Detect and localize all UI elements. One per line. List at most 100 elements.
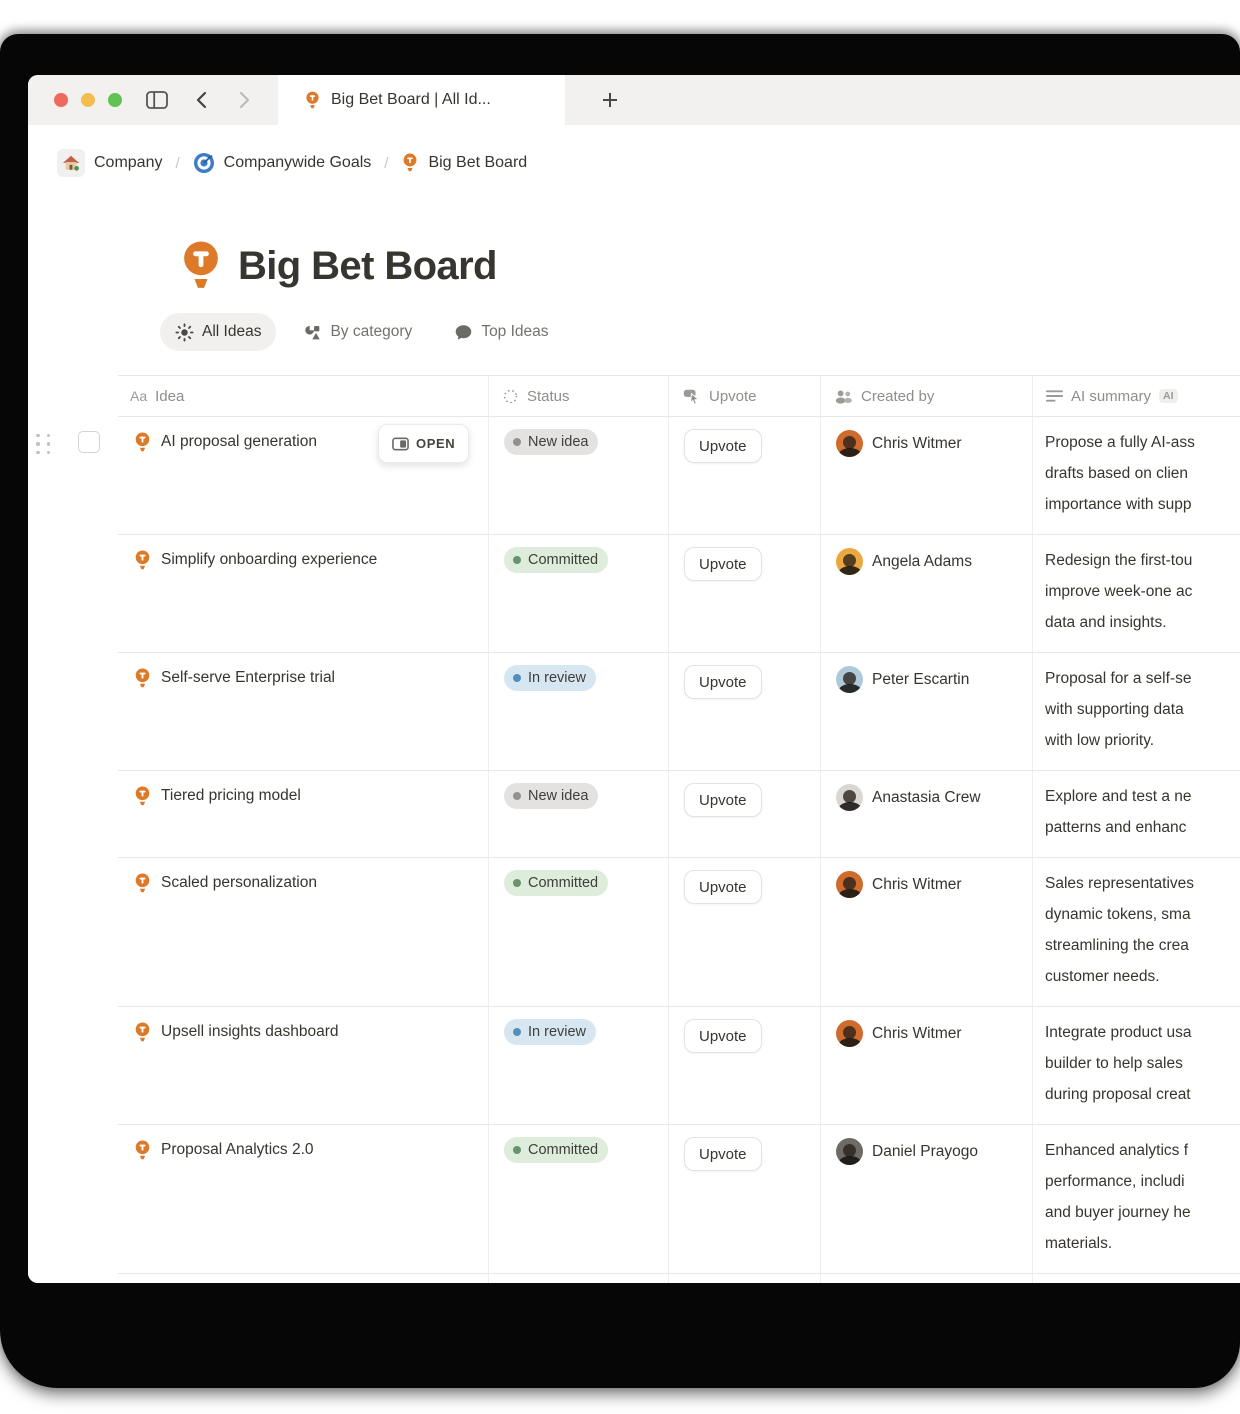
upvote-button[interactable]: Upvote [684, 429, 762, 463]
forward-icon[interactable] [233, 88, 257, 112]
summary-lines-icon [1046, 389, 1063, 403]
view-tab-top-ideas[interactable]: Top Ideas [439, 313, 563, 351]
ai-summary-cell: Enhanced analytics f performance, includ… [1032, 1125, 1240, 1273]
upvote-button[interactable]: Upvote [684, 783, 762, 817]
ai-summary-cell: Proposal for a self-se with supporting d… [1032, 653, 1240, 770]
idea-title[interactable]: Proposal Analytics 2.0 [161, 1139, 314, 1161]
avatar [836, 666, 863, 693]
status-burst-icon [502, 388, 519, 405]
traffic-lights [54, 93, 122, 107]
click-icon [682, 387, 701, 405]
lightbulb-icon [304, 90, 321, 111]
back-icon[interactable] [189, 88, 213, 112]
view-tab-by-category[interactable]: By category [288, 313, 427, 351]
ai-summary-cell: Marketplace offering [1032, 1274, 1240, 1283]
avatar [836, 548, 863, 575]
status-badge[interactable]: In review [504, 1019, 596, 1045]
avatar [836, 871, 863, 898]
table-row[interactable]: Simplify onboarding experience Committed… [118, 535, 1240, 653]
created-by-name: Chris Witmer [872, 430, 962, 457]
view-tab-label: Top Ideas [481, 323, 548, 341]
created-by-name: Angela Adams [872, 548, 972, 575]
column-header-status[interactable]: Status [488, 376, 668, 416]
close-window-button[interactable] [54, 93, 68, 107]
table-row[interactable]: Self-serve Enterprise trial In review Up… [118, 653, 1240, 771]
avatar [836, 784, 863, 811]
avatar [836, 1138, 863, 1165]
breadcrumb-item-big-bet-board[interactable]: Big Bet Board [394, 149, 534, 177]
idea-title[interactable]: AI proposal generation [161, 431, 317, 453]
idea-title[interactable]: Scaled personalization [161, 872, 317, 894]
table-row[interactable]: Tiered pricing model New idea Upvote Ana… [118, 771, 1240, 858]
minimize-window-button[interactable] [81, 93, 95, 107]
avatar [836, 430, 863, 457]
upvote-button[interactable]: Upvote [684, 665, 762, 699]
column-header-created-by[interactable]: Created by [820, 376, 1032, 416]
browser-tab-bar: Big Bet Board | All Id... [28, 75, 1240, 125]
people-icon [834, 388, 853, 405]
breadcrumb-label: Big Bet Board [428, 154, 527, 172]
sun-icon [175, 323, 194, 342]
status-dot [513, 438, 521, 446]
status-badge[interactable]: Committed [504, 1137, 608, 1163]
status-badge[interactable]: New idea [504, 783, 598, 809]
status-dot [513, 879, 521, 887]
created-by-name: Daniel Prayogo [872, 1138, 978, 1165]
table-header: Aa Idea Status Upvote [118, 375, 1240, 417]
ai-summary-cell: Sales representatives dynamic tokens, sm… [1032, 858, 1240, 1006]
table-row[interactable]: Proposal Analytics 2.0 Committed Upvote … [118, 1125, 1240, 1274]
lightbulb-icon [133, 785, 152, 808]
table-row[interactable]: Themes marketplace In review Upvote Amy … [118, 1274, 1240, 1283]
status-badge[interactable]: Committed [504, 547, 608, 573]
lightbulb-icon [401, 152, 419, 174]
ai-summary-cell: Redesign the first-tou improve week-one … [1032, 535, 1240, 652]
screenshot-canvas: Big Bet Board | All Id... Company / [0, 0, 1240, 1414]
status-dot [513, 792, 521, 800]
table-row[interactable]: AI proposal generation OPEN New idea Upv… [118, 417, 1240, 535]
idea-title[interactable]: Upsell insights dashboard [161, 1021, 339, 1043]
column-header-ai-summary[interactable]: AI summary AI [1032, 376, 1240, 416]
upvote-button[interactable]: Upvote [684, 547, 762, 581]
lightbulb-icon [133, 667, 152, 690]
breadcrumb-separator: / [175, 155, 179, 172]
zoom-window-button[interactable] [108, 93, 122, 107]
table-row[interactable]: Upsell insights dashboard In review Upvo… [118, 1007, 1240, 1125]
ai-summary-cell: Integrate product usa builder to help sa… [1032, 1007, 1240, 1124]
page-title: Big Bet Board [238, 244, 497, 289]
sidebar-toggle-icon[interactable] [145, 88, 169, 112]
view-tab-all-ideas[interactable]: All Ideas [160, 313, 276, 351]
ai-summary-cell: Explore and test a ne patterns and enhan… [1032, 771, 1240, 857]
breadcrumb: Company / Companywide Goals / Big Bet Bo… [50, 145, 1240, 181]
page-lightbulb-icon[interactable] [178, 239, 224, 293]
new-tab-button[interactable] [580, 75, 640, 125]
column-header-idea[interactable]: Aa Idea [118, 376, 488, 416]
idea-title[interactable]: Simplify onboarding experience [161, 549, 377, 571]
created-by-name: Chris Witmer [872, 871, 962, 898]
side-peek-icon [392, 437, 409, 451]
status-badge[interactable]: New idea [504, 429, 598, 455]
idea-title[interactable]: Self-serve Enterprise trial [161, 667, 335, 689]
lightbulb-icon [133, 1139, 152, 1162]
breadcrumb-label: Company [94, 154, 162, 172]
active-tab[interactable]: Big Bet Board | All Id... [278, 75, 565, 125]
status-dot [513, 1146, 521, 1154]
app-window: Big Bet Board | All Id... Company / [28, 75, 1240, 1283]
upvote-button[interactable]: Upvote [684, 1137, 762, 1171]
upvote-button[interactable]: Upvote [684, 1019, 762, 1053]
lightbulb-icon [133, 549, 152, 572]
status-badge[interactable]: In review [504, 665, 596, 691]
drag-handle-icon[interactable] [35, 433, 51, 455]
ideas-table: Aa Idea Status Upvote [118, 375, 1240, 1283]
created-by-name: Peter Escartin [872, 666, 969, 693]
idea-title[interactable]: Tiered pricing model [161, 785, 301, 807]
table-row[interactable]: Scaled personalization Committed Upvote … [118, 858, 1240, 1007]
breadcrumb-item-companywide-goals[interactable]: Companywide Goals [186, 149, 379, 177]
open-button[interactable]: OPEN [378, 424, 469, 463]
status-dot [513, 1028, 521, 1036]
column-header-upvote[interactable]: Upvote [668, 376, 820, 416]
view-tabs: All Ideas By category Top Ideas [160, 311, 1240, 353]
breadcrumb-item-company[interactable]: Company [50, 146, 169, 180]
upvote-button[interactable]: Upvote [684, 870, 762, 904]
status-badge[interactable]: Committed [504, 870, 608, 896]
row-checkbox[interactable] [78, 431, 100, 453]
